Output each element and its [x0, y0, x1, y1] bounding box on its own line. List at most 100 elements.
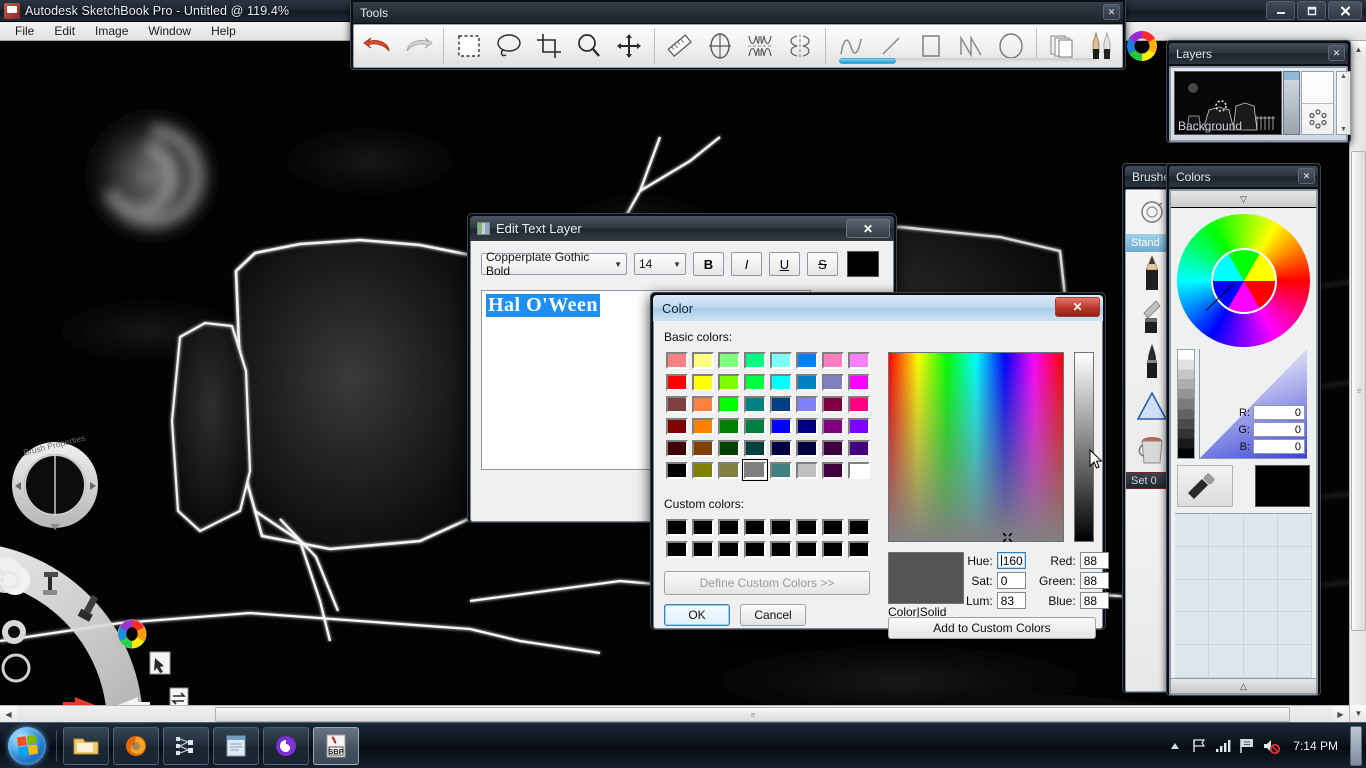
layers-palette-close-icon[interactable]: ✕: [1328, 45, 1345, 61]
layers-scrollbar[interactable]: ▲ ▼: [1336, 71, 1351, 135]
swatch-cell[interactable]: [1209, 645, 1244, 678]
basic-color-swatch[interactable]: [794, 371, 820, 393]
basic-color-swatch[interactable]: [768, 393, 794, 415]
color-wheel-tool[interactable]: [1122, 26, 1162, 66]
rgb-input-g[interactable]: 0: [1253, 422, 1305, 437]
layer-blend-icon[interactable]: [1302, 102, 1333, 135]
custom-color-swatch[interactable]: [742, 516, 768, 538]
basic-color-swatch[interactable]: [690, 349, 716, 371]
ok-button[interactable]: OK: [664, 604, 730, 626]
swatch-cell[interactable]: [1277, 612, 1312, 646]
tray-signal-icon[interactable]: [1211, 731, 1235, 761]
crop-tool[interactable]: [529, 26, 569, 66]
menu-file[interactable]: File: [6, 22, 43, 40]
basic-color-swatch[interactable]: [846, 393, 872, 415]
tools-palette-close-icon[interactable]: ✕: [1103, 4, 1120, 20]
basic-color-swatch[interactable]: [794, 459, 820, 481]
taskbar-firefox[interactable]: [113, 726, 159, 765]
basic-color-swatch[interactable]: [820, 437, 846, 459]
font-size-select[interactable]: 14 ▼: [634, 253, 686, 275]
tray-action-center-icon[interactable]: [1235, 731, 1259, 761]
swatch-cell[interactable]: [1175, 645, 1210, 678]
layers-palette-titlebar[interactable]: Layers ✕: [1169, 43, 1348, 64]
rgb-input-b[interactable]: 0: [1253, 439, 1305, 454]
color-wheel[interactable]: [1177, 214, 1310, 347]
text-dialog-titlebar[interactable]: Edit Text Layer ✕: [470, 216, 894, 241]
lum-input[interactable]: 83: [996, 592, 1026, 609]
basic-color-swatch[interactable]: [794, 437, 820, 459]
basic-color-swatch[interactable]: [794, 415, 820, 437]
taskbar-explorer[interactable]: [63, 726, 109, 765]
basic-color-swatch[interactable]: [664, 415, 690, 437]
layers-tool[interactable]: [1042, 26, 1082, 66]
basic-color-swatch[interactable]: [742, 349, 768, 371]
taskbar-app3[interactable]: [163, 726, 209, 765]
swatch-cell[interactable]: [1277, 514, 1312, 547]
colors-palette-close-icon[interactable]: ✕: [1298, 168, 1315, 184]
custom-color-swatch[interactable]: [768, 538, 794, 560]
custom-color-swatch[interactable]: [716, 538, 742, 560]
custom-color-swatch[interactable]: [742, 538, 768, 560]
saturation-value-picker[interactable]: [888, 352, 1064, 542]
layer-visibility-toggle[interactable]: [1302, 72, 1333, 103]
symmetry-x-tool[interactable]: [780, 26, 820, 66]
basic-color-swatch[interactable]: [742, 393, 768, 415]
italic-button[interactable]: I: [731, 252, 762, 276]
saturation-triangle[interactable]: R: 0 G: 0 B: 0: [1199, 349, 1307, 459]
custom-color-swatch[interactable]: [794, 516, 820, 538]
basic-color-swatch[interactable]: [768, 437, 794, 459]
basic-color-swatch[interactable]: [716, 393, 742, 415]
swatch-cell[interactable]: [1277, 546, 1312, 580]
basic-color-swatch[interactable]: [794, 349, 820, 371]
basic-color-swatch[interactable]: [820, 371, 846, 393]
basic-color-swatch[interactable]: [820, 393, 846, 415]
text-dialog-close-button[interactable]: ✕: [846, 219, 890, 238]
basic-color-swatch[interactable]: [768, 415, 794, 437]
swatch-cell[interactable]: [1209, 514, 1244, 547]
color-dialog-close-button[interactable]: ✕: [1055, 297, 1100, 317]
ruler-tool[interactable]: [660, 26, 700, 66]
rgb-input-r[interactable]: 0: [1253, 405, 1305, 420]
taskbar-sketchbook[interactable]: SBP: [313, 726, 359, 765]
lasso-select-tool[interactable]: [489, 26, 529, 66]
basic-color-swatch[interactable]: [742, 459, 768, 481]
custom-color-swatch[interactable]: [716, 516, 742, 538]
menu-image[interactable]: Image: [86, 22, 137, 40]
custom-color-swatch[interactable]: [794, 538, 820, 560]
swatch-cell[interactable]: [1243, 514, 1278, 547]
swatch-cell[interactable]: [1243, 645, 1278, 678]
close-button[interactable]: [1328, 1, 1362, 20]
colors-expand-icon[interactable]: △: [1171, 678, 1316, 693]
taskbar-app5[interactable]: [263, 726, 309, 765]
menu-help[interactable]: Help: [202, 22, 245, 40]
sat-input[interactable]: 0: [996, 572, 1026, 589]
start-button[interactable]: [2, 725, 52, 767]
basic-color-swatch[interactable]: [690, 393, 716, 415]
show-desktop-button[interactable]: [1350, 725, 1362, 766]
basic-color-swatch[interactable]: [820, 349, 846, 371]
scroll-up-button[interactable]: ▲: [1350, 41, 1366, 58]
scroll-down-button[interactable]: ▼: [1350, 705, 1366, 722]
custom-color-swatch[interactable]: [768, 516, 794, 538]
canvas-horizontal-scrollbar[interactable]: ◀ ≡ ▶: [0, 705, 1349, 723]
current-color-swatch[interactable]: [1254, 465, 1310, 507]
swatch-cell[interactable]: [1209, 546, 1244, 580]
swatch-cell[interactable]: [1175, 514, 1210, 547]
color-wheel-inner[interactable]: [1210, 247, 1277, 314]
scroll-left-button[interactable]: ◀: [0, 706, 17, 723]
color-dialog-titlebar[interactable]: Color ✕: [653, 295, 1103, 321]
symmetry-y-tool[interactable]: [740, 26, 780, 66]
swatch-cell[interactable]: [1243, 579, 1278, 613]
hue-input[interactable]: 160: [996, 552, 1026, 569]
horizontal-scroll-thumb[interactable]: ≡: [215, 707, 1290, 722]
basic-color-swatch[interactable]: [664, 437, 690, 459]
cancel-button[interactable]: Cancel: [740, 604, 806, 626]
red-input[interactable]: 88: [1079, 552, 1109, 569]
minimize-button[interactable]: [1266, 1, 1295, 20]
custom-color-swatch[interactable]: [820, 516, 846, 538]
basic-color-swatch[interactable]: [742, 437, 768, 459]
canvas-vertical-scrollbar[interactable]: ▲ ≡ ▼: [1349, 41, 1366, 722]
define-custom-colors-button[interactable]: Define Custom Colors >>: [664, 571, 870, 595]
zoom-tool[interactable]: [569, 26, 609, 66]
basic-color-swatch[interactable]: [846, 415, 872, 437]
